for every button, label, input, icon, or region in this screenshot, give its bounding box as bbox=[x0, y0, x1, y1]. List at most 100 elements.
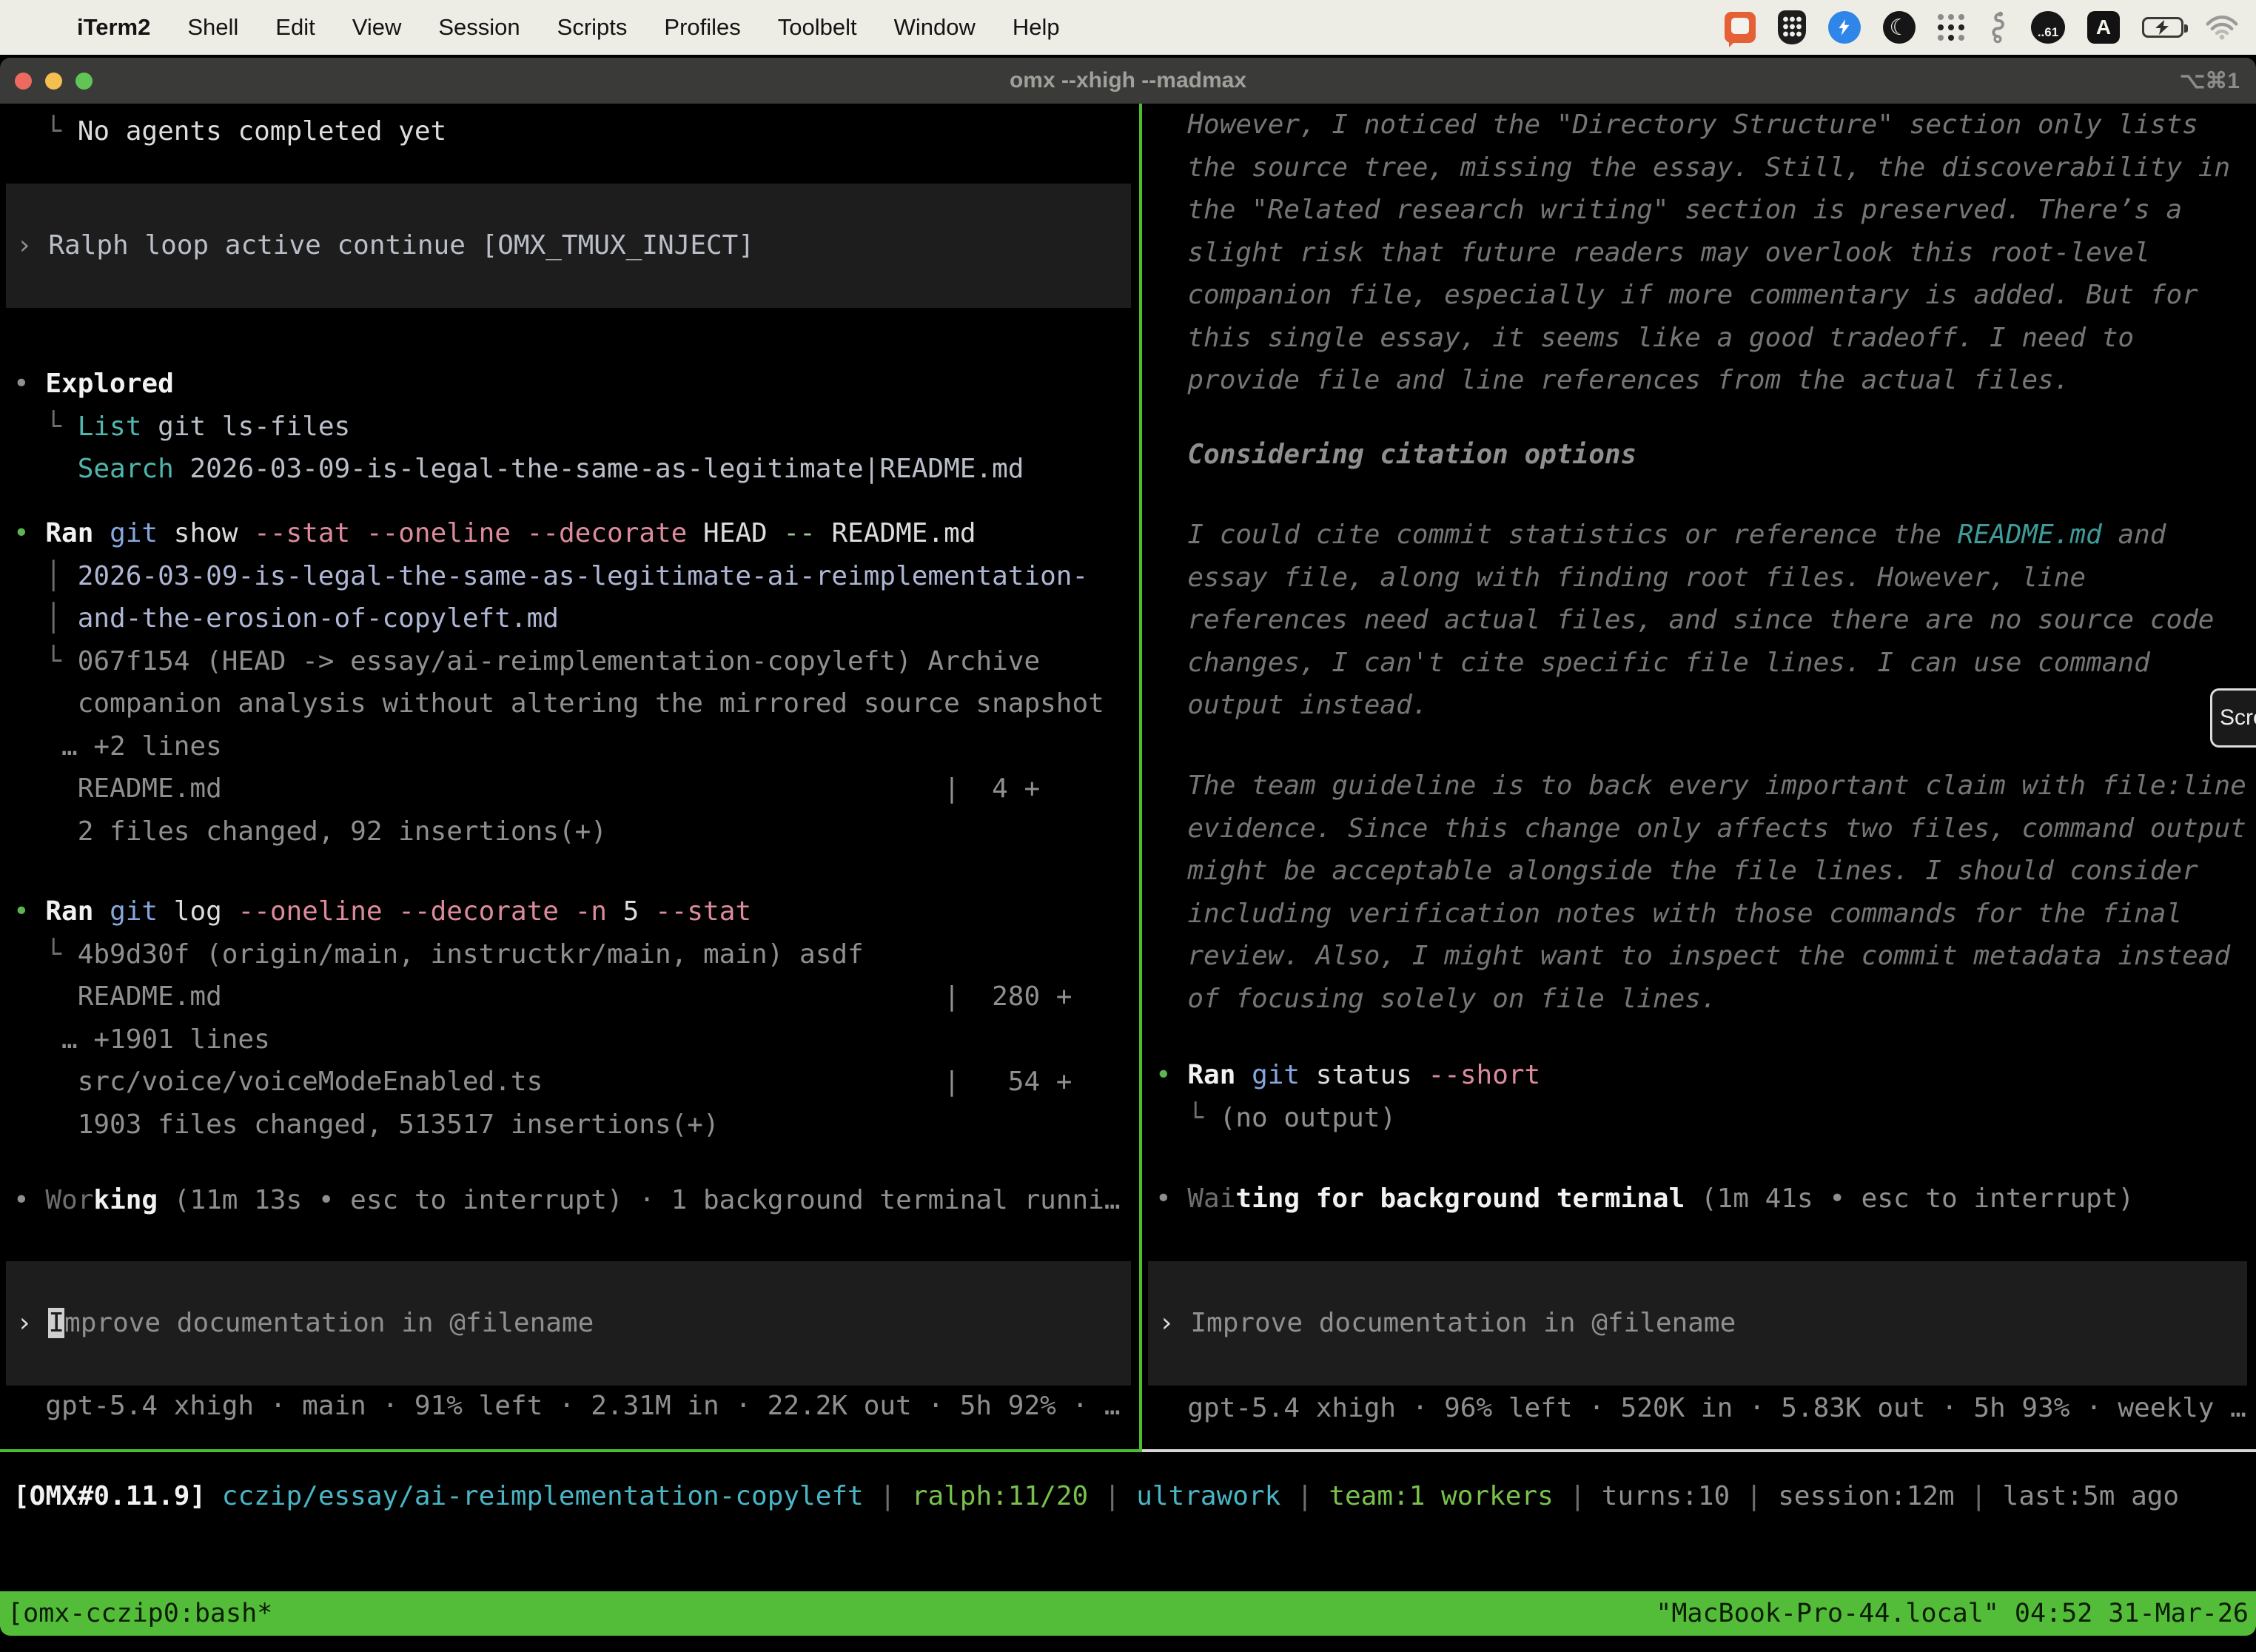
waiting-status-line: • Waiting for background terminal (1m 41… bbox=[1155, 1178, 2256, 1220]
thinking-paragraph-3: The team guideline is to back every impo… bbox=[1155, 765, 2256, 1020]
screen-edge-popup[interactable]: Scre bbox=[2210, 688, 2256, 748]
terminal-text-line: evidence. Since this change only affects… bbox=[1155, 807, 2256, 850]
terminal-text-line: • Ran git show --stat --oneline --decora… bbox=[13, 512, 1140, 555]
terminal-text-line: of focusing solely on file lines. bbox=[1155, 978, 2256, 1021]
right-pane[interactable]: However, I noticed the "Directory Struct… bbox=[1142, 104, 2256, 1449]
terminal-text-line: changes, I can't cite specific file line… bbox=[1155, 642, 2256, 685]
terminal-text-line: essay file, along with finding root file… bbox=[1155, 557, 2256, 600]
terminal-text-line: Considering citation options bbox=[1155, 434, 2256, 477]
ralph-loop-line: › Ralph loop active continue [OMX_TMUX_I… bbox=[6, 184, 1131, 267]
terminal-text-line: › Improve documentation in @filename bbox=[1158, 1302, 2247, 1345]
menu-item-edit[interactable]: Edit bbox=[275, 14, 315, 41]
wifi-icon[interactable] bbox=[2206, 15, 2238, 40]
terminal-text-line: │ 2026-03-09-is-legal-the-same-as-legiti… bbox=[13, 555, 1140, 598]
terminal-text-line: … +2 lines bbox=[13, 725, 1140, 768]
thinking-paragraph-1: However, I noticed the "Directory Struct… bbox=[1155, 104, 2256, 402]
thinking-heading: Considering citation options bbox=[1155, 434, 2256, 477]
moon-icon[interactable]: ☾ bbox=[1883, 11, 1916, 44]
terminal-area[interactable]: └ No agents completed yet › Ralph loop a… bbox=[0, 104, 2256, 1591]
terminal-text-line: └ No agents completed yet bbox=[13, 110, 1140, 153]
terminal-text-line: src/voice/voiceModeEnabled.ts | 54 + bbox=[13, 1061, 1140, 1104]
traffic-lights bbox=[15, 58, 93, 104]
left-pane-bottom-border bbox=[0, 1449, 1142, 1452]
git-show-block: • Ran git show --stat --oneline --decora… bbox=[13, 512, 1140, 853]
menu-item-shell[interactable]: Shell bbox=[187, 14, 238, 41]
menu-item-window[interactable]: Window bbox=[894, 14, 976, 41]
tmux-host-clock: "MacBook-Pro-44.local" 04:52 31-Mar-26 bbox=[1656, 1599, 2249, 1628]
terminal-text-line: might be acceptable alongside the file l… bbox=[1155, 850, 2256, 893]
menu-items: iTerm2 Shell Edit View Session Scripts P… bbox=[37, 14, 1060, 41]
terminal-text-line: review. Also, I might want to inspect th… bbox=[1155, 935, 2256, 978]
tmux-status-bar: [omx-cczip0:bash* "MacBook-Pro-44.local"… bbox=[0, 1591, 2256, 1636]
sync-badge-icon[interactable] bbox=[1828, 11, 1861, 44]
terminal-text-line: gpt-5.4 xhigh · 96% left · 520K in · 5.8… bbox=[1155, 1387, 2256, 1430]
terminal-text-line: the "Related research writing" section i… bbox=[1155, 189, 2256, 232]
left-pane[interactable]: └ No agents completed yet › Ralph loop a… bbox=[0, 104, 1140, 1449]
terminal-text-line: Search 2026-03-09-is-legal-the-same-as-l… bbox=[13, 448, 1140, 491]
iterm-window: omx --xhigh --madmax ⌥⌘1 └ No agents com… bbox=[0, 58, 2256, 1636]
terminal-text-line: › Improve documentation in @filename bbox=[16, 1302, 1131, 1345]
history-command-box: › Ralph loop active continue [OMX_TMUX_I… bbox=[6, 184, 1131, 308]
thinking-paragraph-2: I could cite commit statistics or refere… bbox=[1155, 514, 2256, 727]
window-title-bar[interactable]: omx --xhigh --madmax ⌥⌘1 bbox=[0, 58, 2256, 104]
left-model-status-line: gpt-5.4 xhigh · main · 91% left · 2.31M … bbox=[13, 1385, 1140, 1428]
terminal-text-line: • Working (11m 13s • esc to interrupt) ·… bbox=[13, 1179, 1140, 1222]
dots-grid-icon[interactable] bbox=[1938, 14, 1964, 41]
terminal-text-line: this single essay, it seems like a good … bbox=[1155, 317, 2256, 360]
snake-icon[interactable] bbox=[1987, 10, 2009, 44]
left-input-box[interactable]: › Improve documentation in @filename bbox=[6, 1261, 1131, 1386]
terminal-text-line: The team guideline is to back every impo… bbox=[1155, 765, 2256, 807]
menu-bar: iTerm2 Shell Edit View Session Scripts P… bbox=[0, 0, 2256, 55]
terminal-text-line: • Ran git status --short bbox=[1155, 1054, 2256, 1097]
tmux-session-label[interactable]: [omx-cczip0:bash* bbox=[7, 1599, 272, 1628]
zoom-button[interactable] bbox=[75, 73, 93, 90]
terminal-text-line: However, I noticed the "Directory Struct… bbox=[1155, 104, 2256, 147]
close-button[interactable] bbox=[15, 73, 32, 90]
terminal-text-line: 2 files changed, 92 insertions(+) bbox=[13, 810, 1140, 853]
menu-item-session[interactable]: Session bbox=[438, 14, 520, 41]
right-input-box[interactable]: › Improve documentation in @filename bbox=[1148, 1261, 2247, 1386]
menu-item-view[interactable]: View bbox=[352, 14, 402, 41]
terminal-text-line: README.md | 280 + bbox=[13, 976, 1140, 1018]
menu-item-toolbelt[interactable]: Toolbelt bbox=[778, 14, 857, 41]
terminal-text-line: └ 4b9d30f (origin/main, instructkr/main,… bbox=[13, 933, 1140, 976]
terminal-text-line: [OMX#0.11.9] cczip/essay/ai-reimplementa… bbox=[13, 1475, 2256, 1518]
right-input-line[interactable]: › Improve documentation in @filename bbox=[1148, 1261, 2247, 1345]
bolt-glyph bbox=[1835, 18, 1854, 37]
menu-item-profiles[interactable]: Profiles bbox=[664, 14, 740, 41]
terminal-text-line: • Ran git log --oneline --decorate -n 5 … bbox=[13, 890, 1140, 933]
keyboard-layout-icon[interactable]: A bbox=[2087, 11, 2120, 44]
terminal-text-line: companion analysis without altering the … bbox=[13, 682, 1140, 725]
explored-block: • Explored └ List git ls-files Search 20… bbox=[13, 363, 1140, 491]
agents-status-line: └ No agents completed yet bbox=[13, 110, 1140, 153]
terminal-text-line: companion file, especially if more comme… bbox=[1155, 274, 2256, 317]
screen-share-icon[interactable] bbox=[1725, 12, 1756, 43]
gauge-61-icon[interactable]: ..61 bbox=[2031, 11, 2065, 44]
menu-item-iterm2[interactable]: iTerm2 bbox=[77, 14, 150, 41]
shield-grid-icon[interactable] bbox=[1778, 10, 1806, 44]
git-log-block: • Ran git log --oneline --decorate -n 5 … bbox=[13, 890, 1140, 1146]
right-model-status-line: gpt-5.4 xhigh · 96% left · 520K in · 5.8… bbox=[1155, 1387, 2256, 1430]
terminal-text-line: gpt-5.4 xhigh · main · 91% left · 2.31M … bbox=[13, 1385, 1140, 1428]
window-title: omx --xhigh --madmax bbox=[1010, 68, 1246, 93]
menu-status-icons: ☾ ..61 A bbox=[1725, 10, 2238, 44]
terminal-text-line: • Explored bbox=[13, 363, 1140, 406]
terminal-text-line: 1903 files changed, 513517 insertions(+) bbox=[13, 1104, 1140, 1146]
left-input-line[interactable]: › Improve documentation in @filename bbox=[6, 1261, 1131, 1345]
terminal-text-line: │ and-the-erosion-of-copyleft.md bbox=[13, 597, 1140, 640]
terminal-text-line: └ List git ls-files bbox=[13, 406, 1140, 449]
terminal-text-line: … +1901 lines bbox=[13, 1018, 1140, 1061]
terminal-text-line: including verification notes with those … bbox=[1155, 893, 2256, 936]
battery-icon[interactable] bbox=[2142, 17, 2183, 38]
terminal-text-line: └ (no output) bbox=[1155, 1097, 2256, 1140]
terminal-text-line: README.md | 4 + bbox=[13, 768, 1140, 810]
right-pane-bottom-border bbox=[1142, 1449, 2256, 1452]
working-status-line: • Working (11m 13s • esc to interrupt) ·… bbox=[13, 1179, 1140, 1222]
terminal-text-line: › Ralph loop active continue [OMX_TMUX_I… bbox=[16, 224, 1131, 267]
terminal-text-line: provide file and line references from th… bbox=[1155, 359, 2256, 402]
menu-item-scripts[interactable]: Scripts bbox=[557, 14, 628, 41]
menu-item-help[interactable]: Help bbox=[1013, 14, 1060, 41]
terminal-text-line: output instead. bbox=[1155, 684, 2256, 727]
terminal-text-line: the source tree, missing the essay. Stil… bbox=[1155, 147, 2256, 189]
minimize-button[interactable] bbox=[45, 73, 62, 90]
